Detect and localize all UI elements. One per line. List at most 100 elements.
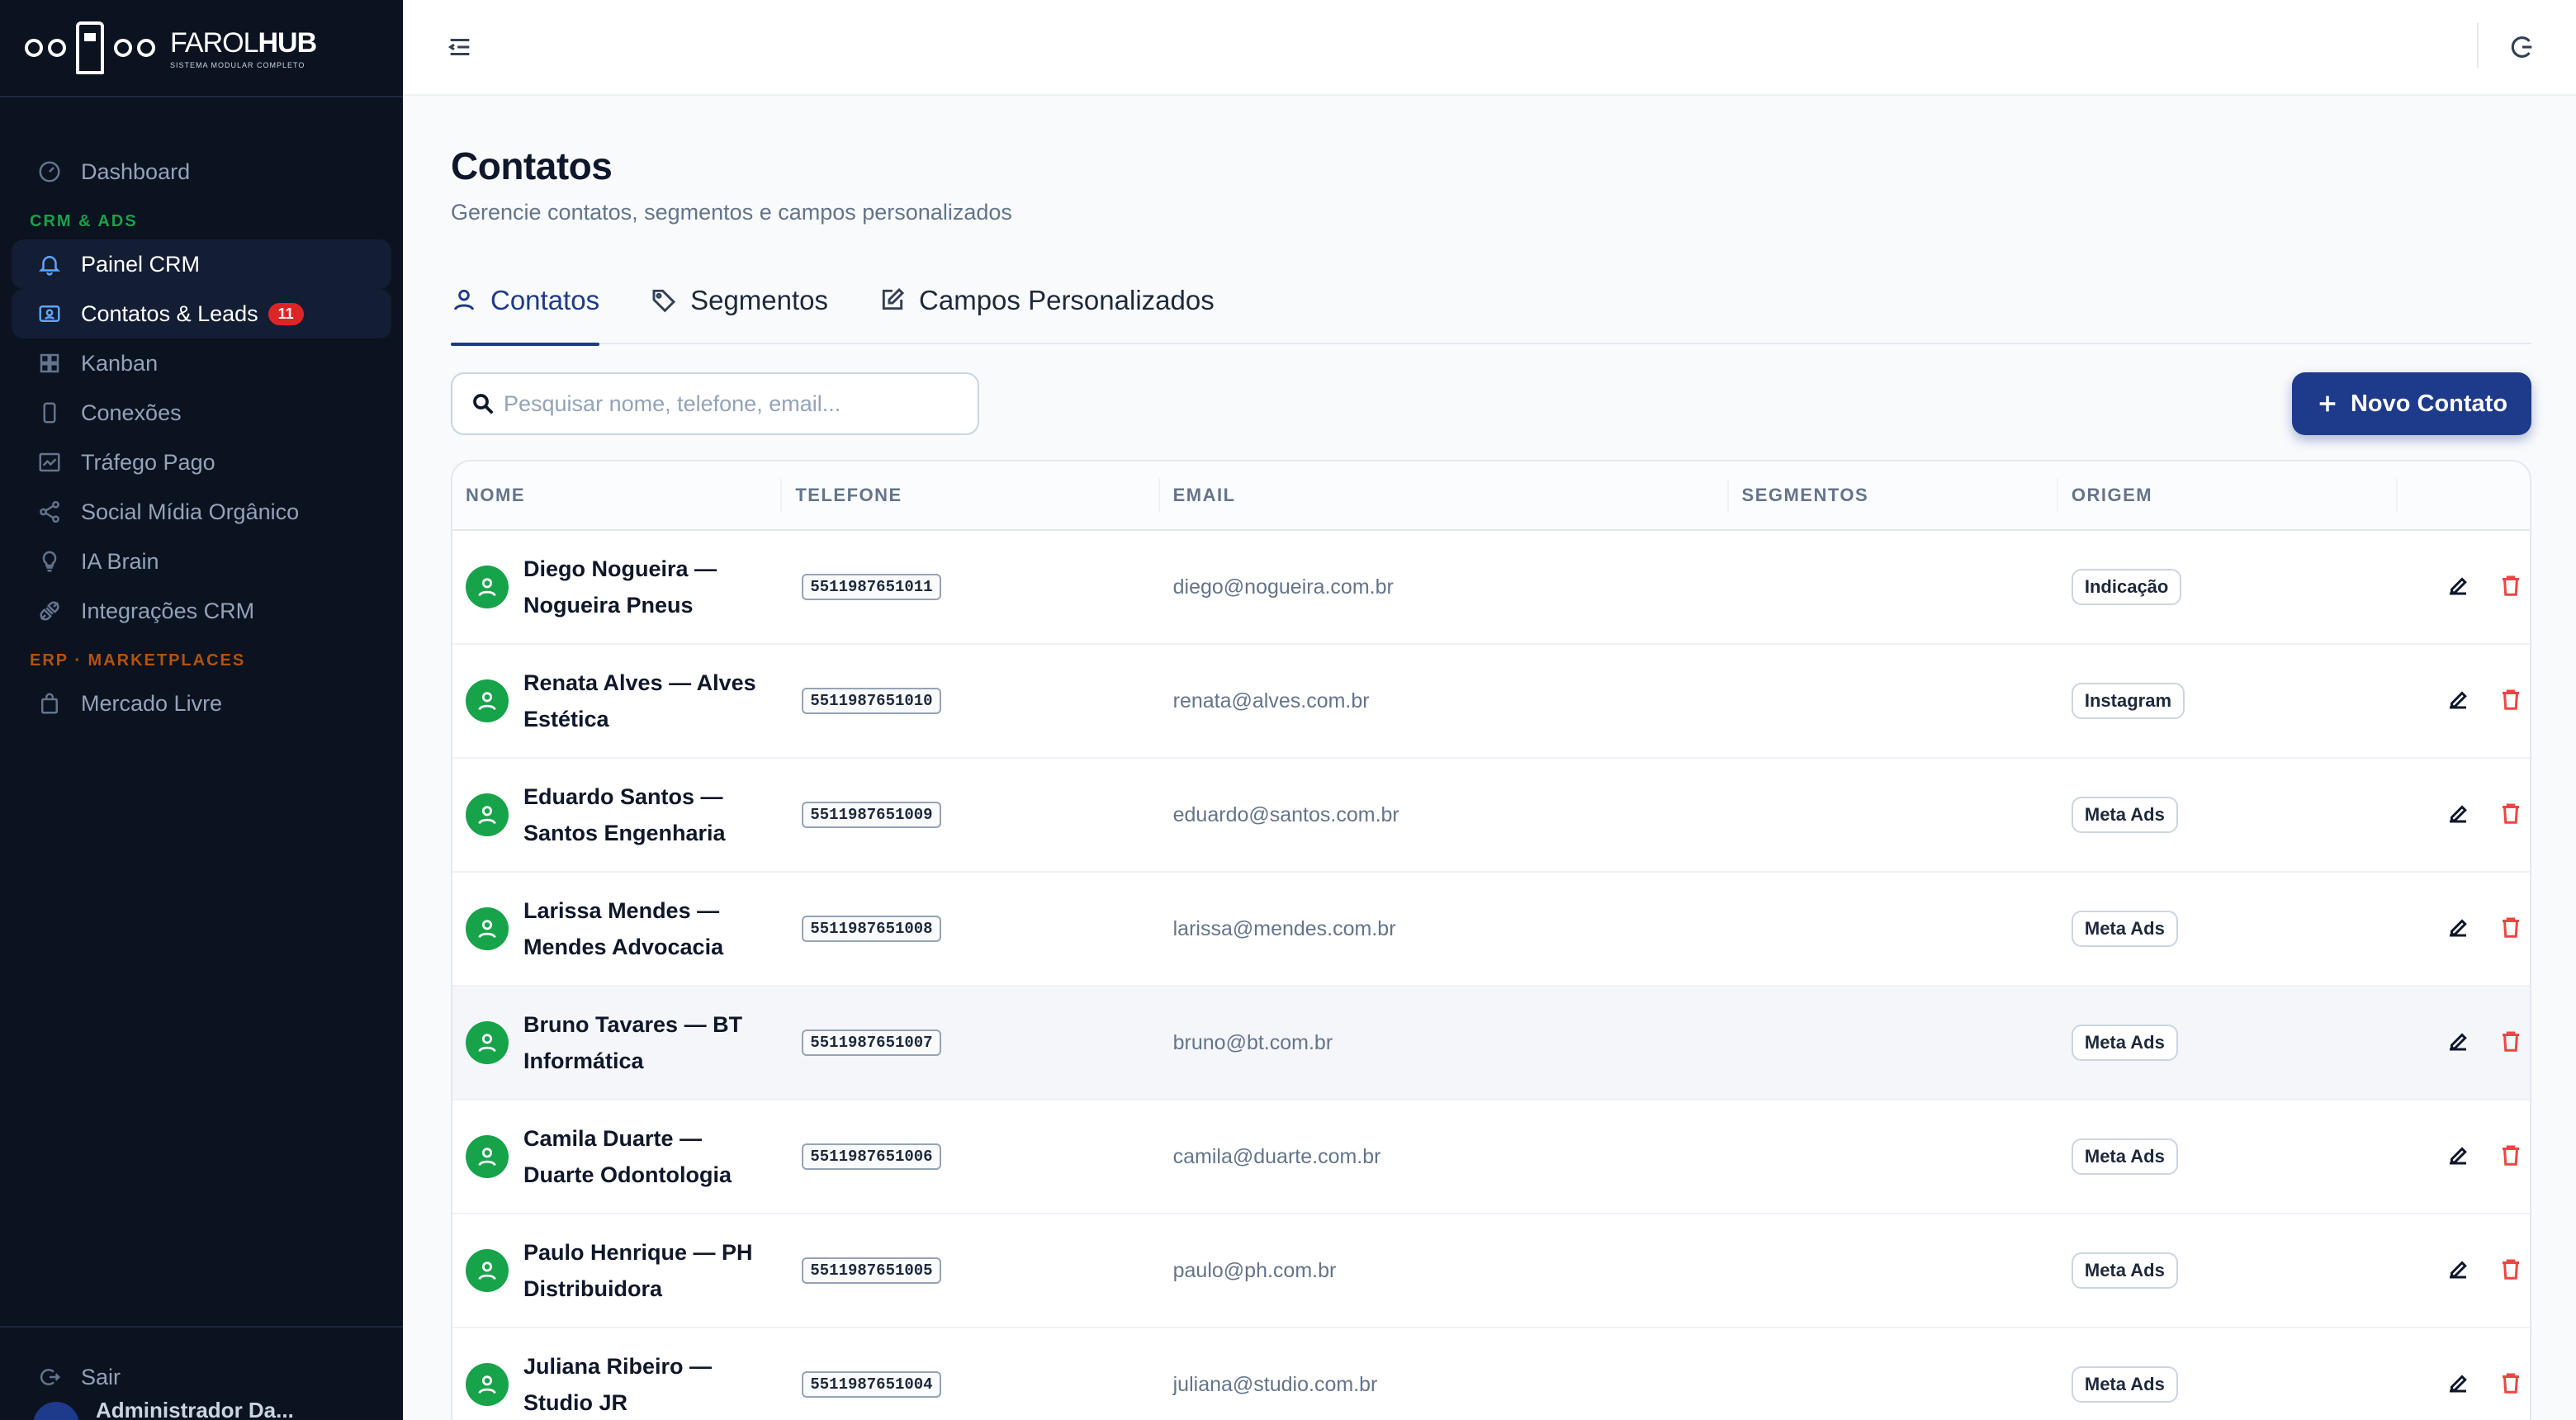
trash-icon xyxy=(2503,1373,2520,1394)
delete-contact-button[interactable] xyxy=(2498,915,2523,944)
contact-name: Eduardo Santos — Santos Engenharia xyxy=(523,784,726,845)
column-header-telefone[interactable]: TELEFONE xyxy=(782,479,1160,512)
table-row[interactable]: Eduardo Santos — Santos Engenharia 55119… xyxy=(452,759,2530,873)
logout-button[interactable]: Sair xyxy=(12,1352,391,1402)
user-icon xyxy=(478,920,496,939)
tabs: Contatos Segmentos Campos Personalizados xyxy=(451,285,2531,346)
page-subtitle: Gerencie contatos, segmentos e campos pe… xyxy=(451,200,1012,225)
table-row[interactable]: Paulo Henrique — PH Distribuidora 551198… xyxy=(452,1214,2530,1328)
sidebar-item-mercado-livre[interactable]: Mercado Livre xyxy=(12,679,391,728)
brand-logo[interactable]: FAROLHUB SISTEMA MODULAR COMPLETO xyxy=(0,0,403,97)
edit-contact-button[interactable] xyxy=(2446,687,2470,716)
delete-contact-button[interactable] xyxy=(2498,1257,2523,1285)
table-row[interactable]: Larissa Mendes — Mendes Advocacia 551198… xyxy=(452,873,2530,987)
edit-contact-button[interactable] xyxy=(2446,801,2470,830)
tab-contatos[interactable]: Contatos xyxy=(451,285,600,346)
contact-email: renata@alves.com.br xyxy=(1172,689,1370,712)
contact-name: Diego Nogueira — Nogueira Pneus xyxy=(523,556,717,618)
sidebar-toggle-button[interactable] xyxy=(446,33,474,61)
search-box xyxy=(451,372,979,435)
delete-contact-button[interactable] xyxy=(2498,1370,2523,1399)
edit-contact-button[interactable] xyxy=(2446,1029,2470,1058)
sidebar-item-contatos-leads[interactable]: Contatos & Leads 11 xyxy=(12,289,391,338)
table-row[interactable]: Renata Alves — Alves Estética 5511987651… xyxy=(452,645,2530,759)
delete-contact-button[interactable] xyxy=(2498,1029,2523,1058)
delete-contact-button[interactable] xyxy=(2498,801,2523,830)
edit-contact-button[interactable] xyxy=(2446,1370,2470,1399)
contact-name: Renata Alves — Alves Estética xyxy=(523,670,756,731)
contact-avatar xyxy=(466,1363,509,1406)
bag-icon xyxy=(36,690,63,717)
table-row[interactable]: Diego Nogueira — Nogueira Pneus 55119876… xyxy=(452,531,2530,645)
edit-square-icon xyxy=(882,287,905,310)
tab-campos-personalizados[interactable]: Campos Personalizados xyxy=(879,285,1215,344)
collapse-menu-icon xyxy=(447,38,470,56)
delete-contact-button[interactable] xyxy=(2498,1143,2523,1172)
table-row[interactable]: Bruno Tavares — BT Informática 551198765… xyxy=(452,987,2530,1100)
sidebar-item-label: Integrações CRM xyxy=(81,598,255,623)
trash-icon xyxy=(2503,803,2520,824)
user-icon xyxy=(478,1034,496,1053)
table-row[interactable]: Juliana Ribeiro — Studio JR 551198765100… xyxy=(452,1328,2530,1420)
sidebar-item-trafego-pago[interactable]: Tráfego Pago xyxy=(12,438,391,487)
contact-avatar xyxy=(466,1135,509,1178)
contacts-table: NOME TELEFONE EMAIL SEGMENTOS ORIGEM Die… xyxy=(451,460,2531,1420)
sidebar-item-label: Dashboard xyxy=(81,159,191,184)
trash-icon xyxy=(2503,575,2520,596)
table-header: NOME TELEFONE EMAIL SEGMENTOS ORIGEM xyxy=(452,462,2530,531)
tab-label: Segmentos xyxy=(690,285,829,315)
delete-contact-button[interactable] xyxy=(2498,573,2523,602)
page-title: Contatos xyxy=(451,144,613,187)
pencil-icon xyxy=(2450,690,2468,708)
topbar-divider xyxy=(2477,23,2479,68)
logout-icon xyxy=(2511,36,2532,58)
sidebar-item-social-midia[interactable]: Social Mídia Orgânico xyxy=(12,487,391,537)
edit-contact-button[interactable] xyxy=(2446,1257,2470,1285)
new-contact-button[interactable]: Novo Contato xyxy=(2292,372,2531,435)
chart-icon xyxy=(36,449,63,476)
column-header-nome[interactable]: NOME xyxy=(452,479,783,512)
contact-avatar xyxy=(466,793,509,836)
sidebar-item-ia-brain[interactable]: IA Brain xyxy=(12,537,391,586)
delete-contact-button[interactable] xyxy=(2498,687,2523,716)
contact-email: paulo@ph.com.br xyxy=(1172,1258,1337,1282)
sidebar-item-kanban[interactable]: Kanban xyxy=(12,338,391,388)
contact-email: bruno@bt.com.br xyxy=(1172,1030,1333,1054)
edit-contact-button[interactable] xyxy=(2446,915,2470,944)
edit-contact-button[interactable] xyxy=(2446,573,2470,602)
user-icon xyxy=(478,1261,496,1280)
contact-avatar xyxy=(466,679,509,722)
sidebar-item-painel-crm[interactable]: Painel CRM xyxy=(12,239,391,289)
sidebar-item-integracoes-crm[interactable]: Integrações CRM xyxy=(12,586,391,636)
tab-segmentos[interactable]: Segmentos xyxy=(651,285,828,344)
contact-email: diego@nogueira.com.br xyxy=(1172,575,1394,599)
user-icon xyxy=(478,692,496,711)
search-input[interactable] xyxy=(504,390,966,417)
sidebar-item-label: Tráfego Pago xyxy=(81,449,215,475)
contact-email: eduardo@santos.com.br xyxy=(1172,802,1399,826)
origin-badge: Indicação xyxy=(2071,569,2182,605)
contact-avatar xyxy=(466,566,509,608)
contact-phone: 5511987651004 xyxy=(802,1371,941,1398)
user-icon xyxy=(478,578,496,597)
column-header-segmentos[interactable]: SEGMENTOS xyxy=(1729,479,2058,512)
plus-icon xyxy=(2319,395,2336,412)
column-header-email[interactable]: EMAIL xyxy=(1160,479,1729,512)
edit-contact-button[interactable] xyxy=(2446,1143,2470,1172)
user-avatar[interactable] xyxy=(33,1402,79,1420)
table-row[interactable]: Camila Duarte — Duarte Odontologia 55119… xyxy=(452,1100,2530,1214)
contact-email: camila@duarte.com.br xyxy=(1172,1144,1381,1168)
tab-label: Campos Personalizados xyxy=(919,285,1215,315)
topbar-logout-button[interactable] xyxy=(2508,33,2536,61)
sidebar-item-conexoes[interactable]: Conexões xyxy=(12,388,391,438)
contact-name: Camila Duarte — Duarte Odontologia xyxy=(523,1126,732,1187)
contact-name: Paulo Henrique — PH Distribuidora xyxy=(523,1240,753,1301)
pencil-icon xyxy=(2450,804,2468,822)
sidebar-item-dashboard[interactable]: Dashboard xyxy=(12,147,391,196)
sidebar-item-label: Kanban xyxy=(81,350,159,376)
column-header-origem[interactable]: ORIGEM xyxy=(2058,479,2398,512)
contact-name: Bruno Tavares — BT Informática xyxy=(523,1012,743,1073)
user-icon xyxy=(478,1148,496,1167)
contact-phone: 5511987651006 xyxy=(802,1143,941,1170)
contact-name: Larissa Mendes — Mendes Advocacia xyxy=(523,898,724,959)
